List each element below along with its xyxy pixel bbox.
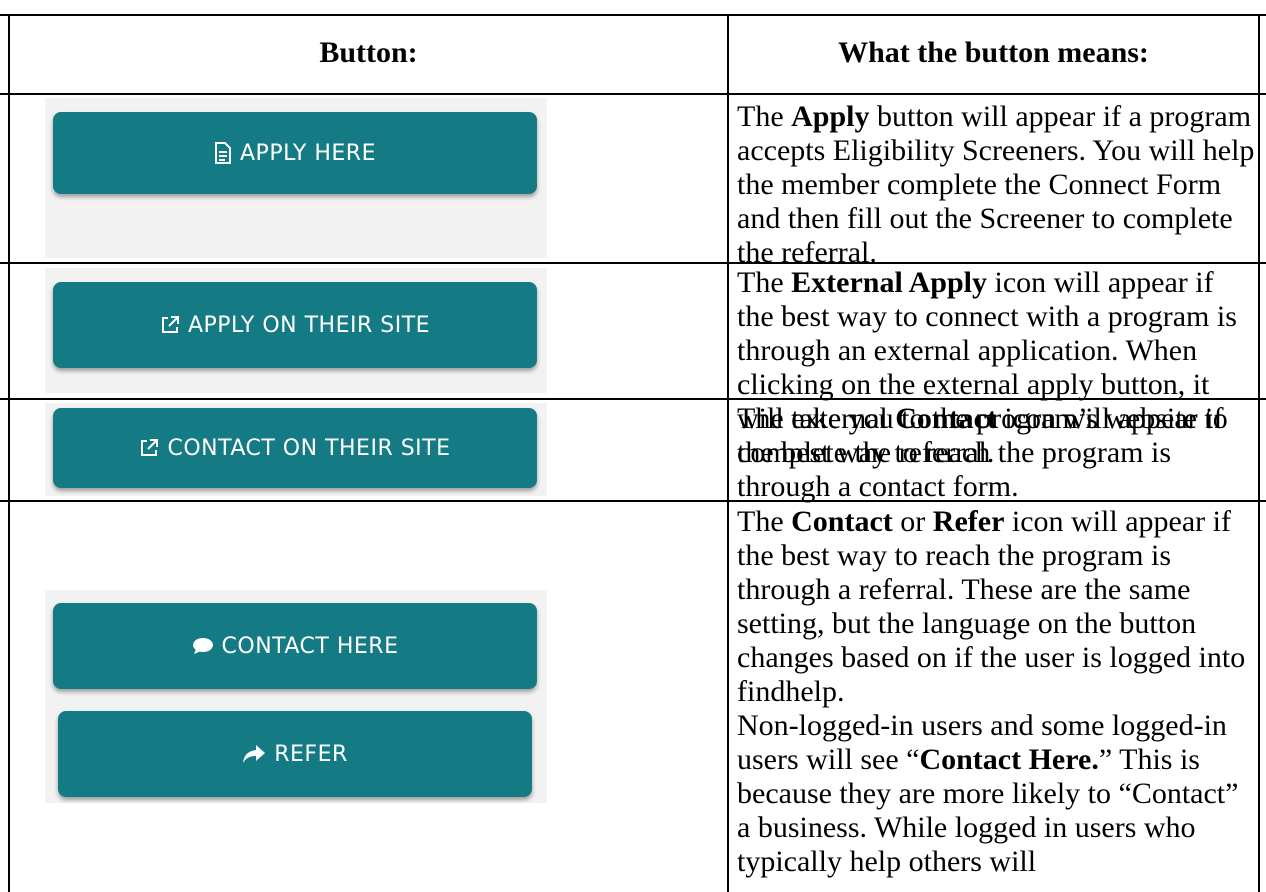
table-border-top <box>0 14 1266 16</box>
apply-here-label: APPLY HERE <box>240 140 376 166</box>
column-header-button: Button: <box>319 36 418 69</box>
contact-here-button[interactable]: CONTACT HERE <box>53 603 537 689</box>
external-link-icon <box>160 315 180 335</box>
table-border-right <box>1258 14 1260 892</box>
external-link-icon <box>139 438 159 458</box>
document-icon <box>214 142 232 164</box>
contact-refer-description-2: Non-logged-in users and some logged-in u… <box>737 709 1239 878</box>
table-column-divider <box>727 14 729 892</box>
share-arrow-icon <box>242 744 266 764</box>
contact-refer-description: The Contact or Refer icon will appear if… <box>737 505 1246 708</box>
table-row-divider <box>0 93 1266 95</box>
column-header-meaning: What the button means: <box>838 36 1149 69</box>
refer-label: REFER <box>274 741 348 767</box>
external-contact-description: The external Contact icon will appear if… <box>737 402 1224 503</box>
contact-on-their-site-label: CONTACT ON THEIR SITE <box>167 435 451 461</box>
speech-bubble-icon <box>192 637 214 655</box>
table-border-left <box>8 14 10 892</box>
apply-on-their-site-button[interactable]: APPLY ON THEIR SITE <box>53 282 537 368</box>
apply-description: The Apply button will appear if a progra… <box>737 100 1255 269</box>
apply-on-their-site-label: APPLY ON THEIR SITE <box>187 312 431 338</box>
apply-here-button[interactable]: APPLY HERE <box>53 112 537 194</box>
contact-on-their-site-button[interactable]: CONTACT ON THEIR SITE <box>53 408 537 488</box>
refer-button[interactable]: REFER <box>58 711 532 797</box>
contact-here-label: CONTACT HERE <box>221 633 399 659</box>
